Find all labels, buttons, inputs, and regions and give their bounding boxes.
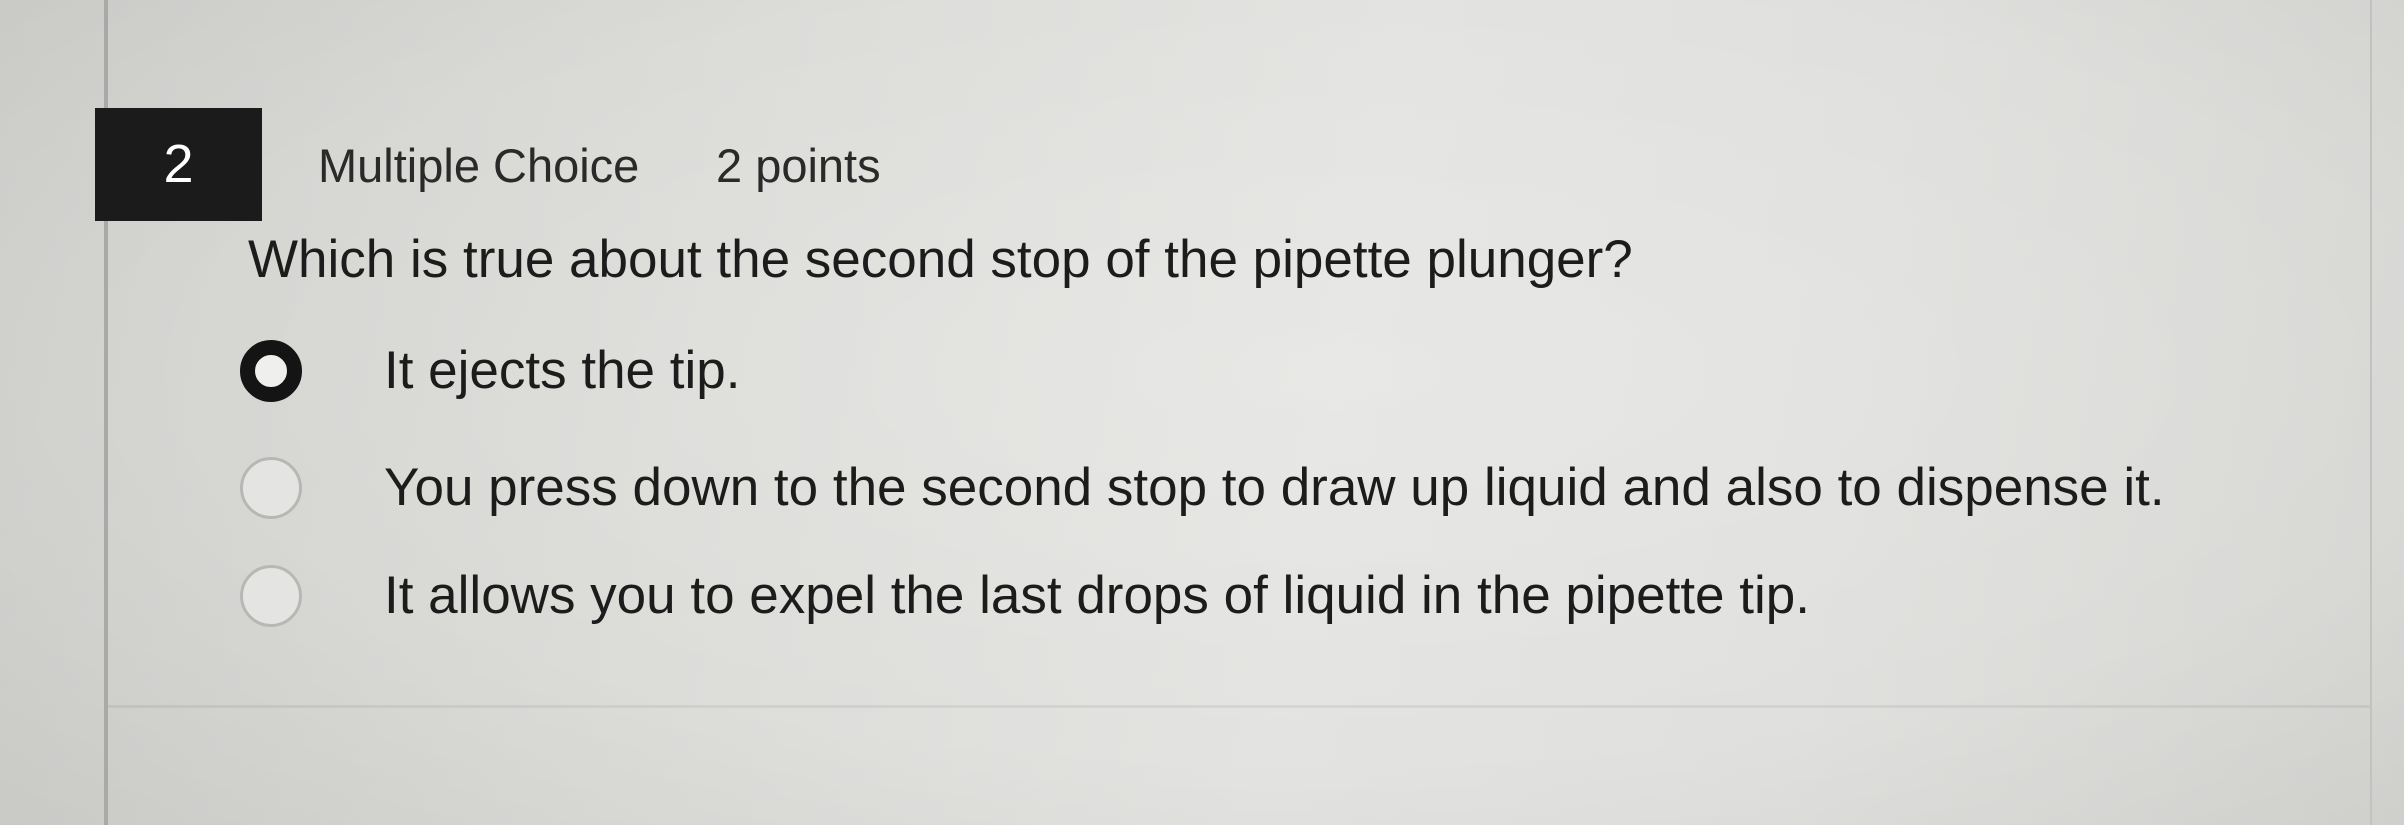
question-text: Which is true about the second stop of t…	[248, 230, 1633, 289]
screen-glare	[0, 0, 2404, 825]
answer-option-2[interactable]: You press down to the second stop to dra…	[240, 453, 2340, 525]
answer-option-3[interactable]: It allows you to expel the last drops of…	[240, 561, 2340, 633]
answer-option-label[interactable]: It ejects the tip.	[384, 336, 740, 406]
radio-selected-icon[interactable]	[240, 340, 302, 402]
question-type: Multiple Choice	[318, 139, 640, 192]
question-points: 2 points	[716, 139, 881, 192]
answer-option-1[interactable]: It ejects the tip.	[240, 336, 2340, 408]
radio-unselected-icon[interactable]	[240, 457, 302, 519]
right-divider	[2370, 0, 2372, 825]
radio-unselected-icon[interactable]	[240, 565, 302, 627]
answer-option-label[interactable]: You press down to the second stop to dra…	[384, 453, 2165, 523]
question-separator	[108, 705, 2370, 708]
question-number-badge: 2	[95, 108, 262, 221]
answer-option-label[interactable]: It allows you to expel the last drops of…	[384, 561, 1810, 631]
